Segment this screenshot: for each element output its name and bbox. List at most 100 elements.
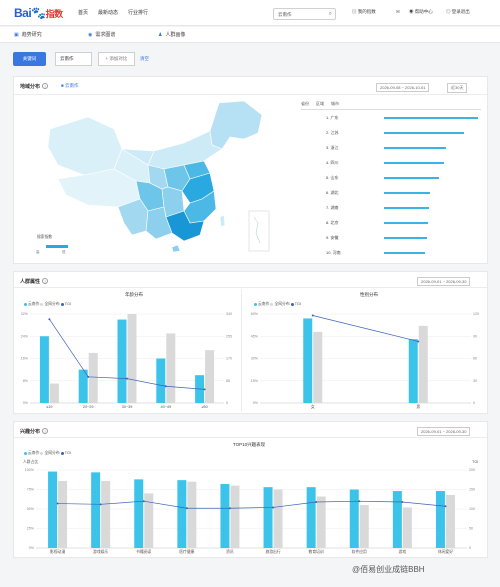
help-icon[interactable]: ? (42, 83, 49, 89)
tgi-point (272, 506, 275, 509)
region-card-title: 地域分布? (20, 83, 49, 90)
legend-tgi[interactable]: TGI (60, 302, 71, 306)
x-tick-label: ≥50 (201, 405, 207, 409)
date-range-picker[interactable]: 2026-09-01 ~ 2026-09-30 (417, 277, 471, 286)
legend-keyword[interactable]: 云南作 (24, 302, 39, 306)
help-link[interactable]: ◉ 帮助中心 (409, 9, 433, 15)
legend-allnet[interactable]: 全网分布 (270, 302, 290, 306)
tgi-point (48, 318, 51, 321)
tgi-point (315, 500, 318, 503)
my-index-link[interactable]: ▤ 我的指数 (352, 9, 376, 15)
ranking-row[interactable]: 4. 四川 (326, 160, 338, 166)
message-icon[interactable]: ✉ (396, 9, 400, 15)
gender-distribution-chart[interactable]: 0% 0 15% 30 30% 60 45% 90 60% 120 女 男 (244, 310, 487, 413)
top-bar: Bai🐾指数 首页 最新动态 行业排行 云南作 ⌕ ▤ 我的指数 ✉ ◉ 帮助中… (0, 0, 500, 26)
tab-region[interactable]: 区域 (316, 101, 324, 107)
ranking-name: 山东 (330, 175, 339, 180)
date-range-picker[interactable]: 2026-09-08 ~ 2026-10-01 (376, 83, 430, 92)
tab-crowd-portrait[interactable]: ♟ 人群画像 (158, 31, 186, 38)
keyword-input[interactable]: 云南作 (55, 52, 92, 66)
login-link[interactable]: ◎ 登录退出 (446, 9, 470, 15)
bar-keyword (48, 471, 58, 548)
tab-trend-research[interactable]: ▣ 趋势研究 (14, 31, 42, 38)
china-map[interactable] (44, 99, 274, 259)
search-icon[interactable]: ⌕ (329, 11, 332, 18)
nav-industry-rank[interactable]: 行业排行 (128, 9, 148, 16)
y-tick-label: 60% (251, 312, 259, 316)
ranking-row[interactable]: 10. 河南 (326, 250, 341, 256)
ranking-bar (384, 177, 439, 179)
tgi-point (164, 385, 167, 388)
age-distribution-chart[interactable]: 0% 0 8% 85 16% 170 24% 255 32% 340 ≤19 20~29 30~39 40… (14, 310, 240, 413)
ranking-name: 河南 (332, 250, 341, 255)
x-tick-label: 游戏 (399, 549, 407, 554)
y2-tick-label: 30 (473, 379, 477, 383)
ranking-row[interactable]: 2. 江苏 (326, 130, 338, 136)
tgi-point (56, 502, 59, 505)
y2-tick-label: 340 (226, 312, 232, 316)
period-select[interactable]: 近30天 (447, 83, 468, 93)
gender-chart-title: 性别分布 (360, 292, 378, 297)
x-tick-label: 休闲爱好 (438, 549, 453, 554)
y-tick-label: 30% (251, 357, 259, 361)
tab-demand-map[interactable]: ◉ 需求图谱 (88, 31, 115, 38)
x-tick-label: 影视动漫 (50, 549, 65, 554)
legend-tgi[interactable]: TGI (290, 302, 301, 306)
keyword-button[interactable]: 关键词 (13, 52, 46, 66)
baidu-index-logo[interactable]: Bai🐾指数 (14, 6, 63, 20)
map-region-inner-mongolia (147, 130, 223, 170)
help-icon[interactable]: ? (42, 278, 49, 284)
x-tick-label: 教育培训 (309, 549, 324, 554)
help-icon[interactable]: ? (42, 428, 49, 434)
legend-allnet[interactable]: 全网分布 (40, 451, 60, 455)
ranking-row[interactable]: 8. 北京 (326, 220, 338, 226)
trend-icon: ▣ (14, 32, 19, 38)
legend-allnet[interactable]: 全网分布 (40, 302, 60, 306)
tab-city[interactable]: 城市 (331, 101, 339, 107)
ranking-name: 广东 (330, 115, 339, 120)
x-tick-label: 男 (416, 404, 420, 409)
interest-top10-chart[interactable]: 0% 0 25% 50 50% 100 75% 150 100% 200 影视动漫 游戏娱乐 书籍阅读 医… (14, 466, 487, 558)
nav-home[interactable]: 首页 (78, 9, 88, 16)
legend-keyword[interactable]: 云南作 (254, 302, 269, 306)
legend-tgi[interactable]: TGI (60, 451, 71, 455)
add-compare-button[interactable]: + 添加对比 (98, 52, 135, 66)
nav-latest[interactable]: 最新动态 (98, 9, 118, 16)
bar-allnet (101, 480, 111, 548)
x-tick-label: 医疗健康 (179, 549, 194, 554)
x-tick-label: 40~49 (160, 405, 171, 409)
ranking-row[interactable]: 7. 湖南 (326, 205, 338, 211)
ranking-row[interactable]: 6. 湖北 (326, 190, 338, 196)
bar-keyword (408, 339, 418, 403)
x-tick-label: 30~39 (122, 405, 133, 409)
interest-chart-title: TOP10兴趣表现 (232, 442, 266, 447)
watermark: @佰易创业成链BBH (352, 565, 425, 574)
y-tick-label: 0% (29, 546, 35, 550)
south-china-sea-inset (248, 210, 270, 252)
x-tick-label: 软件应用 (352, 549, 367, 554)
tgi-point (358, 500, 361, 503)
divider (14, 287, 487, 288)
ranking-row[interactable]: 1. 广东 (326, 115, 338, 121)
search-input[interactable]: 云南作 ⌕ (273, 8, 336, 20)
person-icon: ♟ (158, 32, 163, 38)
tgi-line (312, 315, 419, 342)
tgi-point (142, 500, 145, 503)
bar-keyword (435, 491, 445, 548)
y-tick-label: 24% (21, 334, 29, 338)
tab-province[interactable]: 省份 (301, 101, 309, 107)
y-tick-label: 50% (27, 507, 35, 511)
bar-allnet (418, 325, 428, 403)
map-legend-gradient (46, 245, 68, 248)
ranking-row[interactable]: 9. 安徽 (326, 235, 338, 241)
ranking-bar (384, 132, 465, 134)
sub-nav: ▣ 趋势研究 ◉ 需求图谱 ♟ 人群画像 (0, 27, 500, 43)
legend-keyword[interactable]: 云南作 (24, 451, 39, 455)
date-range-picker[interactable]: 2026-09-01 ~ 2026-09-30 (417, 427, 471, 436)
divider (241, 290, 242, 412)
bar-allnet (230, 485, 240, 548)
ranking-bar (384, 207, 430, 209)
ranking-row[interactable]: 5. 山东 (326, 175, 338, 181)
clear-link[interactable]: 清空 (140, 56, 149, 62)
ranking-row[interactable]: 3. 浙江 (326, 145, 338, 151)
